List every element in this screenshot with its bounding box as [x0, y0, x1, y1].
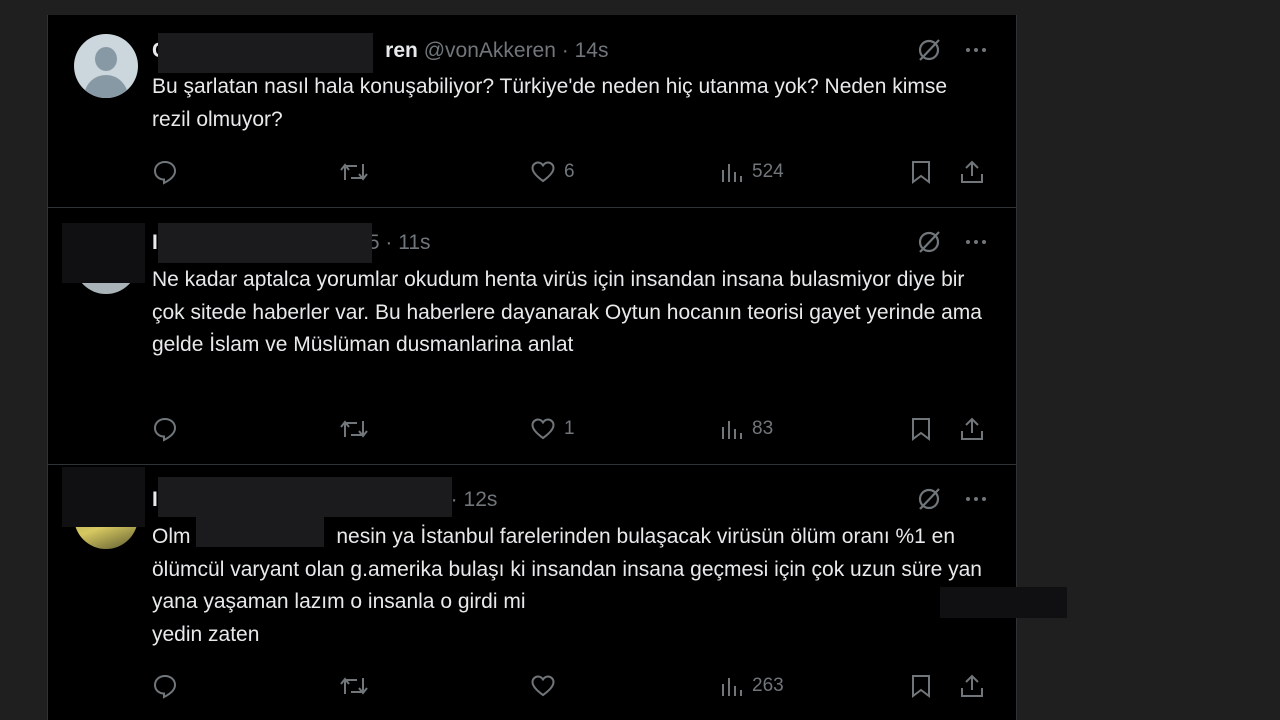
like-button[interactable]: [530, 671, 556, 701]
tweet-header-icons: [916, 37, 988, 63]
retweet-icon: [340, 677, 368, 695]
retweet-button[interactable]: [339, 414, 369, 444]
display-name-tail[interactable]: ren: [385, 39, 418, 62]
redaction-block: [62, 223, 145, 283]
views-button[interactable]: 524: [720, 157, 784, 187]
tweet-header-icons: [916, 229, 988, 255]
reply-icon: [153, 417, 177, 442]
display-name[interactable]: I: [152, 488, 158, 511]
grok-icon[interactable]: [916, 37, 942, 63]
tweet-header-icons: [916, 486, 988, 512]
avatar[interactable]: [74, 34, 138, 98]
grok-icon[interactable]: [916, 229, 942, 255]
retweet-button[interactable]: [339, 671, 369, 701]
display-name[interactable]: I: [152, 231, 158, 254]
bookmark-icon: [912, 161, 930, 184]
tweet-text-start: Olm: [152, 525, 191, 548]
redaction-block: [158, 33, 373, 73]
retweet-icon: [340, 163, 368, 181]
like-count: 6: [564, 161, 575, 182]
share-button[interactable]: [959, 671, 985, 701]
like-count: 1: [564, 418, 575, 439]
bookmark-button[interactable]: [909, 414, 933, 444]
redaction-block: [158, 477, 452, 517]
redaction-block: [62, 467, 145, 527]
views-button[interactable]: 83: [720, 414, 773, 444]
retweet-button[interactable]: [339, 157, 369, 187]
reply-button[interactable]: [152, 671, 178, 701]
separator: ·: [379, 231, 399, 254]
heart-icon: [531, 675, 555, 697]
views-icon: [722, 164, 742, 182]
redaction-block: [940, 587, 1067, 618]
tweet-text: Bu şarlatan nasıl hala konuşabiliyor? Tü…: [152, 75, 948, 131]
tweet-actions: 6 524: [152, 157, 990, 187]
more-icon[interactable]: [964, 38, 988, 62]
tweet-3[interactable]: I · 12s Olm nesin ya İstanbul farelerind…: [48, 464, 1016, 720]
views-icon: [722, 421, 742, 439]
view-count: 524: [752, 161, 784, 182]
share-icon: [961, 674, 983, 697]
bookmark-button[interactable]: [909, 671, 933, 701]
tweet-1[interactable]: Cren @vonAkkeren · 14s Bu şarlatan nasıl…: [48, 15, 1016, 208]
view-count: 263: [752, 675, 784, 696]
timestamp[interactable]: 11s: [398, 231, 430, 254]
grok-icon[interactable]: [916, 486, 942, 512]
reply-button[interactable]: [152, 157, 178, 187]
tweet-actions: 263: [152, 671, 990, 701]
timestamp[interactable]: 12s: [464, 488, 498, 511]
bookmark-icon: [912, 418, 930, 441]
share-button[interactable]: [959, 414, 985, 444]
handle[interactable]: @vonAkkeren: [424, 39, 556, 62]
share-icon: [961, 160, 983, 183]
redaction-block: [196, 517, 324, 547]
tweet-text-end: yedin zaten: [152, 622, 260, 646]
redaction-block: [158, 223, 372, 263]
heart-icon: [531, 161, 555, 183]
heart-icon: [531, 418, 555, 440]
timeline: Cren @vonAkkeren · 14s Bu şarlatan nasıl…: [47, 15, 1017, 720]
bookmark-icon: [912, 675, 930, 698]
reply-icon: [153, 674, 177, 699]
more-icon[interactable]: [964, 487, 988, 511]
like-button[interactable]: 1: [530, 414, 575, 444]
tweet-text: Ne kadar aptalca yorumlar okudum henta v…: [152, 268, 982, 357]
reply-icon: [153, 160, 177, 185]
reply-button[interactable]: [152, 414, 178, 444]
share-icon: [961, 417, 983, 440]
view-count: 83: [752, 418, 774, 439]
views-icon: [722, 678, 742, 696]
retweet-icon: [340, 420, 368, 438]
bookmark-button[interactable]: [909, 157, 933, 187]
tweet-2[interactable]: I5 · 11s Ne kadar aptalca yorumlar okudu…: [48, 207, 1016, 465]
views-button[interactable]: 263: [720, 671, 784, 701]
tweet-actions: 1 83: [152, 414, 990, 444]
separator: ·: [555, 39, 575, 62]
like-button[interactable]: 6: [530, 157, 575, 187]
more-icon[interactable]: [964, 230, 988, 254]
timestamp[interactable]: 14s: [575, 39, 609, 62]
share-button[interactable]: [959, 157, 985, 187]
